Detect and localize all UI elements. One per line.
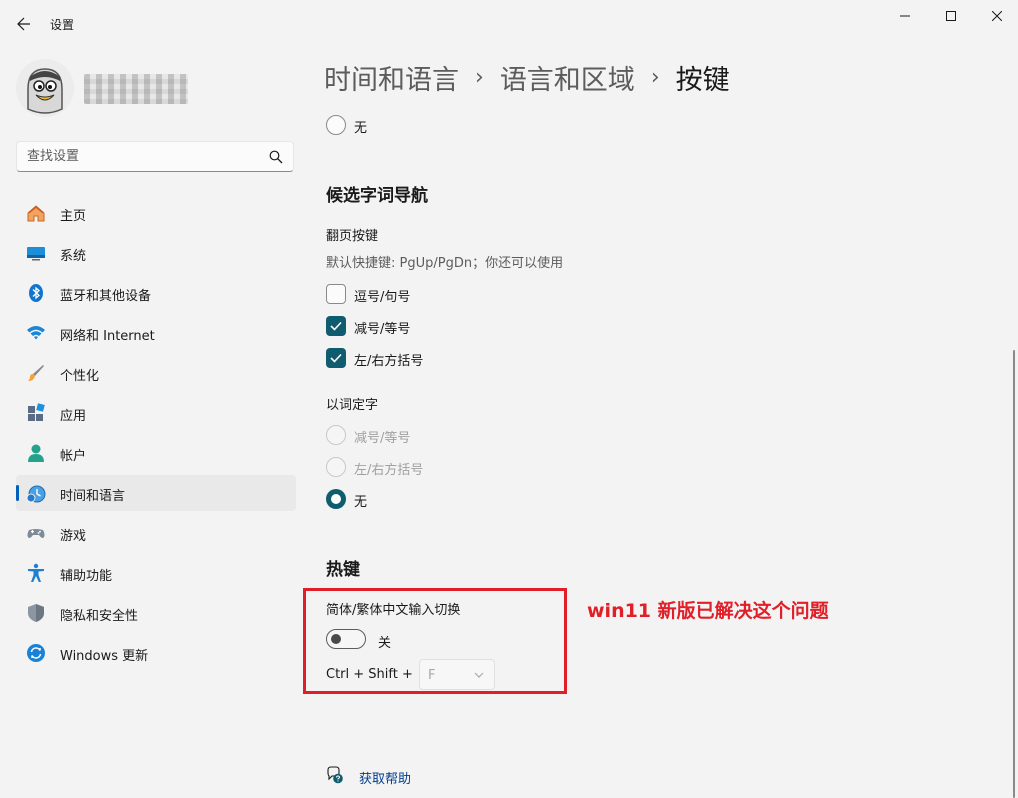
radio-top-none-label: 无 [354, 121, 368, 136]
checkbox-minus-equals-label: 减号/等号 [354, 322, 411, 337]
sidebar-item-apps[interactable]: 应用 [16, 395, 296, 431]
annotation-text: win11 新版已解决这个问题 [587, 600, 829, 622]
sidebar-item-accounts[interactable]: 帐户 [16, 435, 296, 471]
search-input[interactable] [17, 142, 277, 171]
brush-icon [28, 365, 44, 381]
help-icon[interactable] [326, 766, 344, 784]
scrollbar[interactable] [1013, 350, 1015, 798]
page-title: 按键 [675, 65, 730, 96]
chevron-right-icon: › [475, 65, 484, 90]
sidebar-item-home[interactable]: 主页 [16, 195, 296, 231]
arrow-left-icon [17, 17, 30, 31]
sidebar-item-bluetooth[interactable]: 蓝牙和其他设备 [16, 275, 296, 311]
close-button[interactable] [974, 0, 1018, 32]
home-icon [27, 205, 45, 222]
penguin-avatar-icon [16, 59, 74, 117]
time-language-icon [26, 485, 46, 503]
radio-top-none[interactable] [326, 115, 346, 135]
radio-word-none[interactable] [326, 489, 346, 509]
sidebar-item-personalization[interactable]: 个性化 [16, 355, 296, 391]
sidebar-item-gaming[interactable]: 游戏 [16, 515, 296, 551]
system-icon [27, 247, 45, 261]
sidebar-item-label: 网络和 Internet [60, 329, 155, 344]
sidebar-item-label: 游戏 [60, 529, 87, 544]
radio-word-minus-equals [326, 425, 346, 445]
chevron-right-icon: › [650, 65, 660, 90]
sidebar-item-label: 应用 [60, 409, 87, 424]
checkbox-comma-period-label: 逗号/句号 [354, 290, 411, 305]
avatar[interactable] [16, 59, 74, 117]
radio-word-none-label: 无 [354, 495, 368, 510]
maximize-button[interactable] [928, 0, 974, 32]
breadcrumb: 时间和语言 › 语言和区域 › 按键 [324, 58, 730, 97]
sidebar-item-label: 隐私和安全性 [60, 609, 139, 624]
sidebar-item-system[interactable]: 系统 [16, 235, 296, 271]
checkbox-comma-period[interactable] [326, 284, 346, 304]
shield-icon [28, 604, 44, 622]
sidebar-item-accessibility[interactable]: 辅助功能 [16, 555, 296, 591]
checkbox-brackets[interactable] [326, 348, 346, 368]
checkmark-icon [330, 353, 342, 363]
annotation-box [303, 588, 567, 694]
title-bar: 设置 [0, 0, 1018, 48]
sidebar-item-privacy[interactable]: 隐私和安全性 [16, 595, 296, 631]
back-button[interactable] [10, 10, 38, 38]
wifi-icon [27, 326, 45, 340]
username-blurred [84, 74, 188, 104]
checkmark-icon [330, 321, 342, 331]
page-keys-label: 翻页按键 [326, 229, 379, 244]
maximize-icon [946, 11, 956, 21]
gamepad-icon [27, 529, 45, 538]
sidebar-item-label: 时间和语言 [60, 489, 126, 504]
radio-word-minus-equals-label: 减号/等号 [354, 431, 411, 446]
search-icon[interactable] [269, 150, 283, 164]
sidebar-item-label: 帐户 [60, 449, 87, 464]
radio-word-brackets-label: 左/右方括号 [354, 463, 424, 478]
bluetooth-icon [29, 284, 43, 302]
sidebar-item-time-language[interactable]: 时间和语言 [16, 475, 296, 511]
sidebar-item-label: 个性化 [60, 369, 100, 384]
breadcrumb-time-language[interactable]: 时间和语言 [324, 58, 459, 97]
apps-icon [28, 403, 45, 421]
sidebar-nav: 主页 系统 蓝牙和其他设备 网络和 Internet 个性化 应用 帐户 时间和… [16, 195, 296, 675]
search-box[interactable] [16, 141, 294, 172]
breadcrumb-language-region[interactable]: 语言和区域 [500, 58, 635, 97]
sidebar-item-label: 辅助功能 [60, 569, 113, 584]
radio-word-brackets [326, 457, 346, 477]
account-icon [28, 444, 44, 462]
sidebar-item-network[interactable]: 网络和 Internet [16, 315, 296, 351]
sidebar-item-label: 蓝牙和其他设备 [60, 289, 152, 304]
page-keys-description: 默认快捷键: PgUp/PgDn；你还可以使用 [326, 256, 564, 271]
sidebar-item-label: 主页 [60, 209, 87, 224]
accessibility-icon [28, 563, 44, 582]
close-icon [992, 11, 1002, 21]
candidate-nav-title: 候选字词导航 [326, 186, 428, 206]
hotkeys-title: 热键 [326, 560, 360, 580]
minimize-button[interactable] [882, 0, 928, 32]
get-help-link[interactable]: 获取帮助 [359, 768, 411, 787]
update-icon [27, 644, 45, 662]
app-title: 设置 [50, 18, 75, 32]
checkbox-brackets-label: 左/右方括号 [354, 354, 424, 369]
sidebar-item-label: 系统 [60, 249, 87, 264]
minimize-icon [900, 15, 910, 17]
word-select-label: 以词定字 [326, 398, 379, 413]
checkbox-minus-equals[interactable] [326, 316, 346, 336]
sidebar-item-windows-update[interactable]: Windows 更新 [16, 635, 296, 671]
sidebar-item-label: Windows 更新 [60, 649, 149, 664]
